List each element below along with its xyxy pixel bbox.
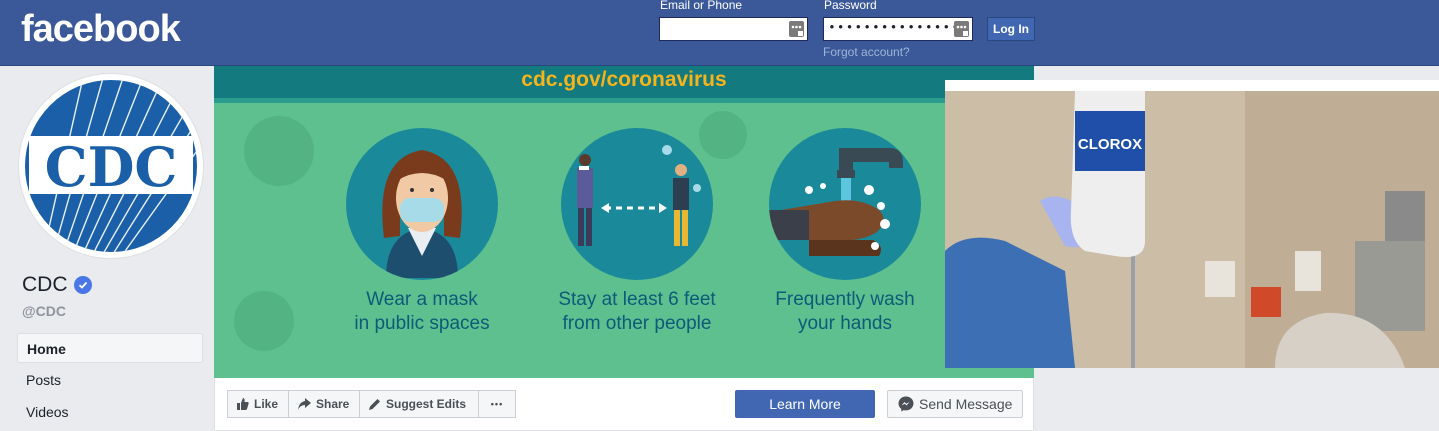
password-value: •••••••••••••••• [828,20,969,35]
password-manager-icon[interactable] [954,21,969,37]
handwash-illustration-icon [769,128,921,280]
cover-photo[interactable]: cdc.gov/coronavirus Wear a mask in publi… [214,66,1034,378]
suggest-edits-label: Suggest Edits [386,397,467,411]
cdc-logo: CDC [25,80,197,252]
cover-divider [214,98,1034,103]
hospital-photo: CLOROX [945,91,1439,368]
overlay-photo: CLOROX [945,80,1439,368]
page-handle[interactable]: @CDC [22,303,66,319]
forgot-account-link[interactable]: Forgot account? [823,45,910,59]
like-label: Like [254,397,279,411]
page-action-bar: Like Share Suggest Edits ••• Learn More … [214,378,1034,431]
distance-illustration-icon [561,128,713,280]
send-message-label: Send Message [919,396,1013,412]
tip-wash-hands: Frequently wash your hands [755,128,935,336]
password-manager-icon[interactable] [789,21,804,37]
top-bar: facebook Email or Phone Password •••••••… [0,0,1439,66]
pencil-icon [369,399,380,410]
tip-text: Stay at least 6 feet from other people [558,289,716,334]
cdc-logo-text: CDC [45,135,178,199]
verified-badge-icon [73,276,92,294]
clorox-label: CLOROX [1078,136,1142,153]
more-options-icon: ••• [490,399,504,409]
password-field[interactable]: •••••••••••••••• [823,17,973,41]
messenger-icon [898,396,914,412]
nav-item-posts[interactable]: Posts [17,365,203,395]
share-label: Share [316,397,350,411]
email-label: Email or Phone [660,0,743,12]
send-message-button[interactable]: Send Message [887,390,1023,418]
facebook-logo[interactable]: facebook [21,8,181,51]
tip-distance: Stay at least 6 feet from other people [547,128,727,336]
virus-decoration [244,116,314,186]
share-arrow-icon [298,398,311,410]
login-button[interactable]: Log In [987,17,1035,41]
mask-illustration-icon [346,128,498,280]
nav-item-home[interactable]: Home [17,333,203,363]
email-field[interactable] [659,17,808,41]
page-name[interactable]: CDC [22,273,92,297]
page-name-text: CDC [22,273,68,296]
learn-more-button[interactable]: Learn More [735,390,875,418]
share-button[interactable]: Share [288,390,360,418]
like-button[interactable]: Like [227,390,289,418]
virus-decoration [234,291,294,351]
thumbs-up-icon [237,398,249,410]
suggest-edits-button[interactable]: Suggest Edits [359,390,479,418]
cover-url-text: cdc.gov/coronavirus [521,68,727,91]
tip-wear-mask: Wear a mask in public spaces [332,128,512,336]
password-label: Password [824,0,877,12]
more-options-button[interactable]: ••• [478,390,516,418]
tip-text: Frequently wash your hands [775,289,915,334]
nav-item-videos[interactable]: Videos [17,397,203,427]
profile-picture[interactable]: CDC [18,73,204,259]
tip-text: Wear a mask in public spaces [354,289,490,334]
